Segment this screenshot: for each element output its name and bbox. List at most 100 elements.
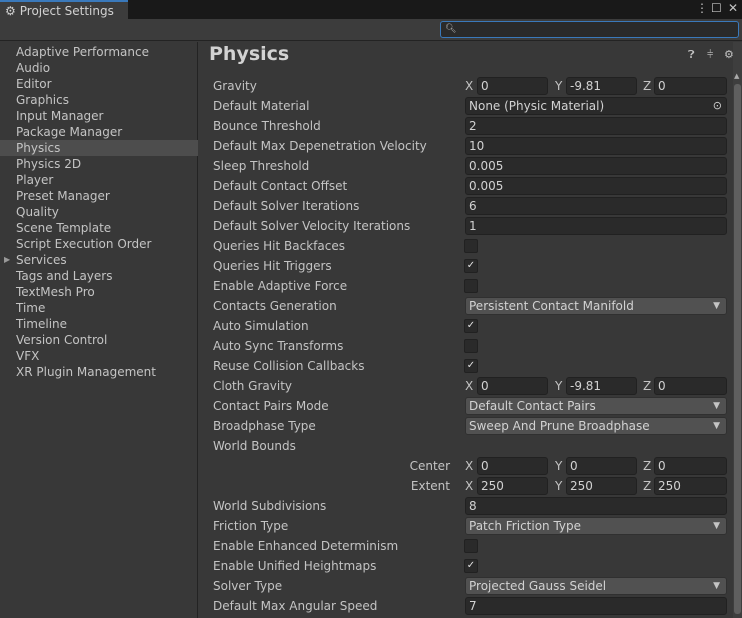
maximize-icon[interactable]: ☐ [711,1,722,15]
sidebar-item-input-manager[interactable]: Input Manager [0,108,198,124]
z-value-field[interactable]: 0 [654,77,727,95]
setting-label: Queries Hit Triggers [213,259,332,273]
sidebar-item-label: Version Control [16,333,108,347]
setting-value-field[interactable]: 1 [465,217,727,235]
x-value-field[interactable]: 0 [477,77,548,95]
sidebar-item-physics[interactable]: Physics [0,140,198,156]
dropdown[interactable]: Patch Friction Type ▼ [465,517,727,535]
z-value-field[interactable]: 0 [654,457,727,475]
dropdown[interactable]: Projected Gauss Seidel ▼ [465,577,727,595]
dropdown[interactable]: Sweep And Prune Broadphase ▼ [465,417,727,435]
checkbox[interactable] [464,239,478,253]
sidebar-item-script-execution-order[interactable]: Script Execution Order [0,236,198,252]
sidebar-item-timeline[interactable]: Timeline [0,316,198,332]
setting-label: Default Material [213,99,310,113]
scrollbar-thumb[interactable] [734,84,741,614]
checkbox[interactable] [464,279,478,293]
setting-row-extent: Extent X 250 Y 250 Z 250 [213,476,727,496]
x-value-field[interactable]: 0 [477,457,548,475]
sidebar-item-quality[interactable]: Quality [0,204,198,220]
setting-label: Default Solver Iterations [213,199,360,213]
sidebar-item-label: Graphics [16,93,69,107]
y-value-field[interactable]: -9.81 [566,377,637,395]
kebab-icon[interactable]: ⋮ [696,1,708,15]
sliders-icon[interactable]: ⫩ [707,48,713,62]
search-input[interactable]: 🔍︎ [440,21,739,38]
sidebar-item-label: Audio [16,61,51,75]
sidebar-item-services[interactable]: ▶ Services [0,252,198,268]
scroll-up-icon[interactable]: ▲ [734,72,739,80]
setting-label: Solver Type [213,579,283,593]
setting-value-field[interactable]: 6 [465,197,727,215]
checkmark-icon: ✓ [466,260,476,271]
checkbox[interactable] [464,539,478,553]
gear-icon: ⚙ [5,3,16,18]
setting-label: Queries Hit Backfaces [213,239,345,253]
expand-arrow-icon[interactable]: ▶ [4,252,10,268]
checkbox[interactable]: ✓ [464,319,478,333]
dropdown[interactable]: Default Contact Pairs ▼ [465,397,727,415]
x-value-field[interactable]: 0 [477,377,548,395]
sidebar-item-time[interactable]: Time [0,300,198,316]
tab-project-settings[interactable]: ⚙ Project Settings [0,0,128,19]
sidebar-item-physics-2d[interactable]: Physics 2D [0,156,198,172]
sidebar-item-version-control[interactable]: Version Control [0,332,198,348]
y-value-field[interactable]: 250 [566,477,637,495]
sidebar-item-audio[interactable]: Audio [0,60,198,76]
setting-label: Cloth Gravity [213,379,293,393]
setting-value-field[interactable]: 10 [465,137,727,155]
setting-value-field[interactable]: 2 [465,117,727,135]
sidebar-item-player[interactable]: Player [0,172,198,188]
caret-down-icon: ▼ [713,521,720,531]
y-value-field[interactable]: -9.81 [566,77,637,95]
setting-value-field[interactable]: 8 [465,497,727,515]
setting-row-default-max-angular-speed: Default Max Angular Speed 7 [213,596,727,616]
z-value-field[interactable]: 250 [654,477,727,495]
x-value-field[interactable]: 250 [477,477,548,495]
setting-label: Enable Enhanced Determinism [213,539,399,553]
setting-row-world-bounds: World Bounds [213,436,727,456]
sidebar-item-label: Script Execution Order [16,237,152,251]
dropdown[interactable]: Persistent Contact Manifold ▼ [465,297,727,315]
setting-row-solver-type: Solver Type Projected Gauss Seidel ▼ [213,576,727,596]
sidebar-item-graphics[interactable]: Graphics [0,92,198,108]
sidebar-item-tags-and-layers[interactable]: Tags and Layers [0,268,198,284]
setting-label: Extent [410,479,450,493]
checkbox[interactable] [464,339,478,353]
close-icon[interactable]: ✕ [728,1,738,15]
setting-label: Sleep Threshold [213,159,310,173]
axis-label-x: X [465,379,474,393]
checkbox[interactable]: ✓ [464,359,478,373]
sidebar-item-scene-template[interactable]: Scene Template [0,220,198,236]
setting-value-field[interactable]: 7 [465,597,727,615]
object-field[interactable]: None (Physic Material) ⊙ [465,97,727,115]
sidebar-item-preset-manager[interactable]: Preset Manager [0,188,198,204]
sidebar-item-xr-plugin-management[interactable]: XR Plugin Management [0,364,198,380]
sidebar-item-adaptive-performance[interactable]: Adaptive Performance [0,44,198,60]
sidebar-item-package-manager[interactable]: Package Manager [0,124,198,140]
sidebar-item-label: Tags and Layers [16,269,113,283]
y-value-field[interactable]: 0 [566,457,637,475]
setting-row-reuse-collision-callbacks: Reuse Collision Callbacks ✓ [213,356,727,376]
sidebar-item-vfx[interactable]: VFX [0,348,198,364]
sidebar-item-editor[interactable]: Editor [0,76,198,92]
z-value-field[interactable]: 0 [654,377,727,395]
help-icon[interactable]: ❓︎ [688,48,695,62]
setting-value-field[interactable]: 0.005 [465,177,727,195]
setting-row-default-solver-velocity-iterations: Default Solver Velocity Iterations 1 [213,216,727,236]
scrollbar[interactable]: ▲ [733,42,742,618]
checkbox[interactable]: ✓ [464,559,478,573]
sidebar-item-label: XR Plugin Management [16,365,156,379]
sidebar-item-label: VFX [16,349,40,363]
target-icon[interactable]: ⊙ [713,98,722,114]
setting-row-world-subdivisions: World Subdivisions 8 [213,496,727,516]
checkbox[interactable]: ✓ [464,259,478,273]
setting-row-auto-simulation: Auto Simulation ✓ [213,316,727,336]
sidebar-item-label: Timeline [16,317,68,331]
setting-value-field[interactable]: 0.005 [465,157,727,175]
sidebar-item-textmesh-pro[interactable]: TextMesh Pro [0,284,198,300]
sidebar-item-label: TextMesh Pro [16,285,95,299]
setting-label: Bounce Threshold [213,119,321,133]
setting-row-sleep-threshold: Sleep Threshold 0.005 [213,156,727,176]
sidebar-item-label: Adaptive Performance [16,45,149,59]
